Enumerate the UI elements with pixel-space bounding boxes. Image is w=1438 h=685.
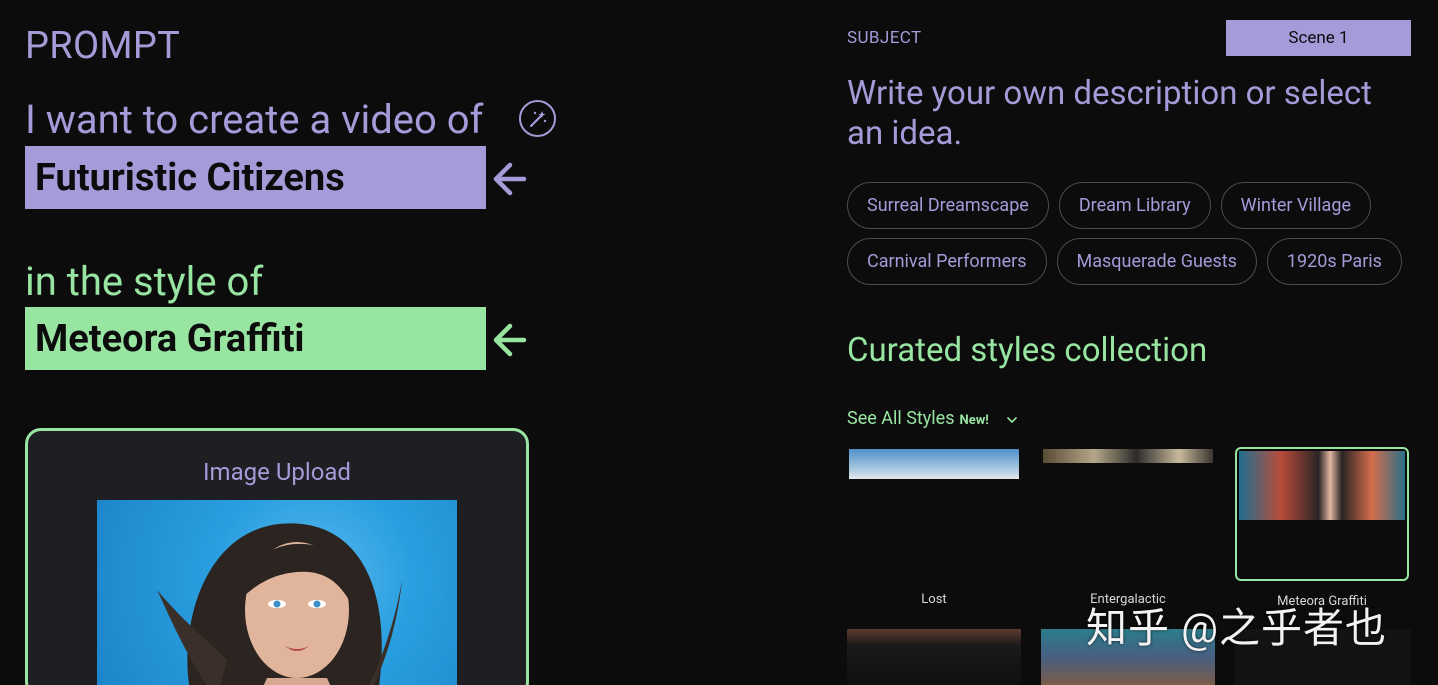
- scene-button[interactable]: Scene 1: [1226, 20, 1411, 56]
- magic-wand-icon: [529, 110, 546, 127]
- style-card-entergalactic[interactable]: Entergalactic: [1041, 447, 1215, 607]
- curated-styles-title: Curated styles collection: [847, 331, 1208, 370]
- idea-chip[interactable]: Surreal Dreamscape: [847, 182, 1049, 229]
- style-thumbnail: [1043, 449, 1213, 463]
- idea-chip[interactable]: 1920s Paris: [1266, 238, 1402, 285]
- style-card-meteora-graffiti[interactable]: Meteora Graffiti: [1235, 447, 1409, 609]
- see-all-styles-button[interactable]: See All Styles New!: [847, 408, 1017, 429]
- idea-chip[interactable]: Masquerade Guests: [1056, 238, 1257, 285]
- idea-list: Surreal Dreamscape Dream Library Winter …: [847, 182, 1411, 285]
- upload-title: Image Upload: [203, 458, 351, 486]
- idea-chip[interactable]: Dream Library: [1058, 182, 1211, 229]
- prompt-panel: PROMPT I want to create a video of Futur…: [0, 0, 560, 685]
- idea-chip[interactable]: Winter Village: [1220, 182, 1371, 229]
- prompt-lead-text: I want to create a video of: [25, 96, 484, 143]
- image-upload-card[interactable]: Image Upload: [25, 428, 529, 685]
- uploaded-image: [97, 500, 457, 685]
- watermark-text: 知乎 @之乎者也: [1086, 605, 1387, 653]
- chevron-down-icon: [1006, 417, 1017, 424]
- style-thumbnail: [849, 449, 1019, 479]
- style-thumbnail: [1239, 451, 1405, 520]
- subject-input[interactable]: Futuristic Citizens: [25, 146, 486, 209]
- description-text: Write your own description or select an …: [847, 74, 1372, 153]
- style-lead-text: in the style of: [25, 258, 264, 305]
- style-input[interactable]: Meteora Graffiti: [25, 307, 486, 370]
- magic-wand-button[interactable]: [519, 100, 556, 137]
- subject-label: SUBJECT: [847, 28, 922, 48]
- prompt-heading: PROMPT: [25, 24, 181, 68]
- new-badge: New!: [959, 413, 989, 428]
- see-all-label: See All Styles: [847, 408, 955, 429]
- style-card-lost[interactable]: Lost: [847, 447, 1021, 607]
- style-name: Lost: [921, 592, 947, 607]
- options-panel: SUBJECT Scene 1 Write your own descripti…: [847, 0, 1411, 685]
- idea-chip[interactable]: Carnival Performers: [847, 238, 1047, 285]
- portrait-image: [157, 523, 402, 685]
- arrow-left-icon[interactable]: [490, 320, 528, 360]
- style-card-partial[interactable]: [847, 629, 1021, 685]
- arrow-left-icon[interactable]: [490, 159, 528, 199]
